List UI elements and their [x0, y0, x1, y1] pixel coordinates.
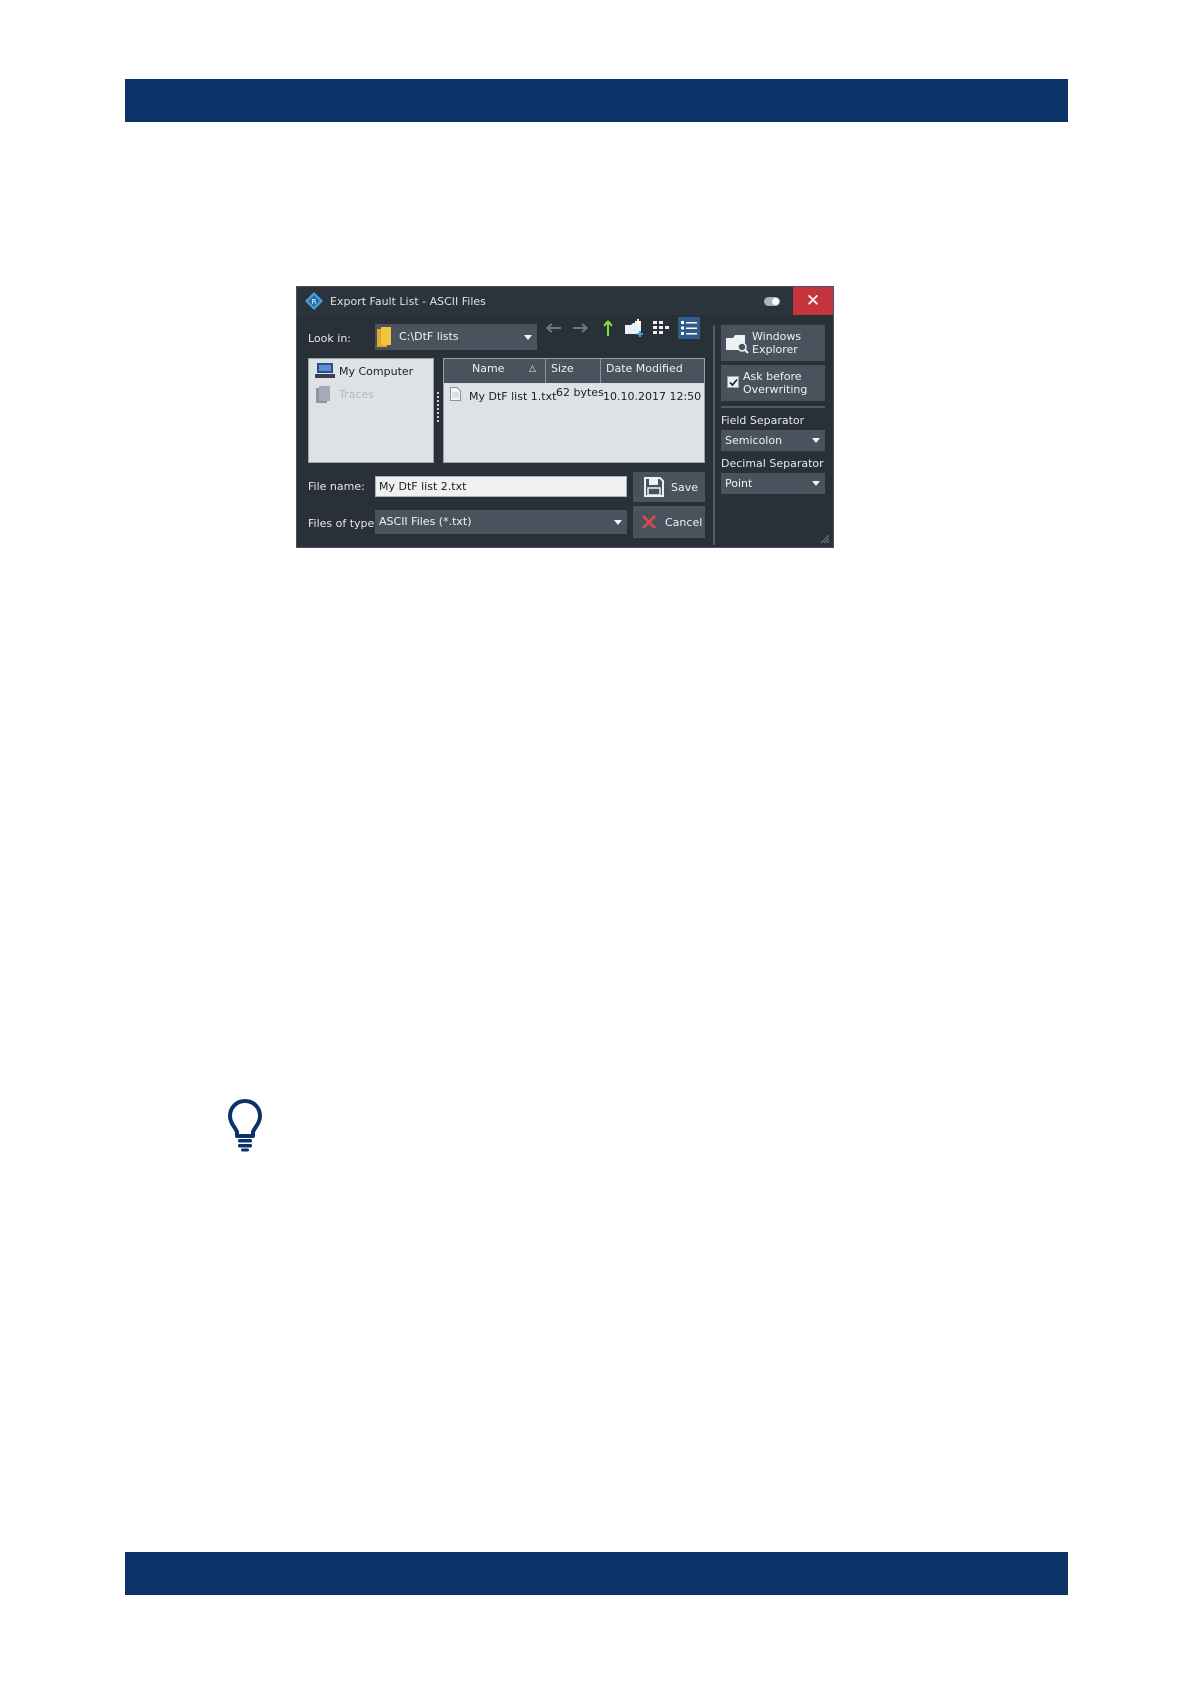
- chevron-down-icon: [614, 520, 622, 525]
- column-name[interactable]: Name: [472, 362, 504, 375]
- file-name-input[interactable]: My DtF list 2.txt: [375, 476, 627, 497]
- up-arrow-icon[interactable]: [597, 317, 619, 339]
- file-date-cell: 10.10.2017 12:50: [603, 390, 702, 403]
- chevron-down-icon: [812, 438, 820, 443]
- column-date-modified[interactable]: Date Modified: [606, 362, 683, 375]
- file-list: Name △ Size Date Modified My DtF list 1.…: [443, 358, 705, 463]
- windows-explorer-button[interactable]: Windows Explorer: [721, 325, 825, 361]
- decimal-separator-value: Point: [725, 477, 753, 490]
- decimal-separator-label: Decimal Separator: [721, 457, 824, 470]
- folder-icon: [377, 327, 391, 347]
- file-list-header: Name △ Size Date Modified: [444, 359, 704, 383]
- ask-before-overwriting-toggle[interactable]: Ask before Overwriting: [721, 365, 825, 401]
- checkbox-icon[interactable]: [727, 376, 739, 388]
- cancel-icon: [642, 515, 656, 529]
- field-separator-combo[interactable]: Semicolon: [721, 430, 825, 451]
- toggle-icon[interactable]: [764, 297, 780, 306]
- column-size[interactable]: Size: [551, 362, 574, 375]
- files-of-type-value: ASCII Files (*.txt): [379, 515, 472, 528]
- file-size-cell: 62 bytes: [556, 386, 604, 399]
- computer-icon: [315, 363, 335, 378]
- checkmark-icon: [729, 378, 738, 387]
- save-label: Save: [671, 481, 699, 494]
- horizontal-divider: [721, 406, 825, 408]
- export-fault-list-dialog: R Export Fault List - ASCII Files ✕ Look…: [296, 286, 834, 548]
- file-name-cell: My DtF list 1.txt: [469, 390, 557, 403]
- cancel-button[interactable]: Cancel: [633, 506, 705, 538]
- files-of-type-combo[interactable]: ASCII Files (*.txt): [375, 510, 627, 534]
- sort-ascending-icon: △: [529, 364, 536, 374]
- svg-text:R: R: [312, 298, 317, 306]
- decimal-separator-combo[interactable]: Point: [721, 473, 825, 494]
- field-separator-value: Semicolon: [725, 434, 783, 447]
- places-pane: My Computer Traces: [308, 358, 434, 463]
- resize-grip-icon[interactable]: [820, 534, 830, 544]
- file-row[interactable]: My DtF list 1.txt 62 bytes 10.10.2017 12…: [444, 383, 704, 405]
- forward-arrow-icon[interactable]: [569, 317, 591, 339]
- traces-icon: [316, 386, 330, 403]
- app-logo-icon: R: [305, 292, 323, 310]
- place-label: Traces: [339, 388, 374, 401]
- look-in-label: Look in:: [308, 332, 351, 345]
- title-bar: R Export Fault List - ASCII Files ✕: [297, 287, 833, 315]
- close-icon: ✕: [805, 291, 821, 311]
- new-folder-icon[interactable]: [623, 317, 645, 339]
- close-button[interactable]: ✕: [793, 287, 833, 315]
- windows-explorer-label: Windows Explorer: [752, 330, 802, 356]
- vertical-divider: [713, 325, 715, 545]
- chevron-down-icon: [812, 481, 820, 486]
- ask-before-overwriting-label: Ask before Overwriting: [743, 370, 808, 396]
- dialog-title: Export Fault List - ASCII Files: [330, 295, 486, 308]
- header-band: [125, 79, 1068, 122]
- back-arrow-icon[interactable]: [543, 317, 565, 339]
- detail-view-icon[interactable]: [678, 317, 700, 339]
- document-icon: [450, 387, 461, 401]
- list-view-icon[interactable]: [650, 317, 672, 339]
- chevron-down-icon: [524, 335, 532, 340]
- save-button[interactable]: Save: [633, 472, 705, 502]
- place-label: My Computer: [339, 365, 414, 378]
- save-icon: [644, 477, 664, 497]
- windows-explorer-icon: [726, 335, 749, 354]
- footer-band: [125, 1552, 1068, 1595]
- look-in-value: C:\DtF lists: [399, 330, 459, 343]
- file-name-label: File name:: [308, 480, 365, 493]
- look-in-combo[interactable]: C:\DtF lists: [375, 324, 537, 350]
- pane-splitter[interactable]: [437, 392, 440, 428]
- field-separator-label: Field Separator: [721, 414, 805, 427]
- cancel-label: Cancel: [665, 516, 703, 529]
- files-of-type-label: Files of type:: [308, 517, 379, 530]
- lightbulb-icon: [228, 1099, 262, 1152]
